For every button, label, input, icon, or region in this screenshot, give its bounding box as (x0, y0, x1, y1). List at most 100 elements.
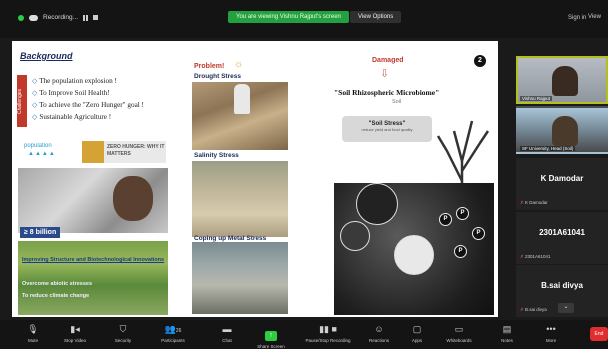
sign-in-link[interactable]: Sign in (568, 15, 586, 21)
cloud-icon (29, 14, 38, 21)
damaged-label: Damaged (372, 57, 404, 64)
metal-stress-photo (192, 242, 288, 314)
participant-tile-name: B.sai divya (541, 281, 583, 290)
down-arrow-icon: ⇩ (380, 68, 390, 80)
sun-icon: ☼ (234, 59, 244, 70)
metal-stress-label: Coping up Metal Stress (194, 235, 267, 242)
recording-dot-icon (18, 14, 24, 21)
participant-tile[interactable]: K Damodar K Damodar (516, 158, 608, 210)
participant-tile-sub: 2301A61041 (520, 254, 551, 260)
zero-hunger-text: ZERO HUNGER: WHY IT MATTERS (107, 144, 165, 157)
record-label: Pause/Stop Recording (305, 338, 351, 343)
participant-avatar (552, 66, 578, 96)
meeting-toolbar: 🎙 Mute ▮◂ Stop Video ⛉ Security 👥26 Part… (0, 320, 608, 349)
share-screen-icon: ↑ (265, 331, 277, 341)
mute-button[interactable]: 🎙 Mute (10, 324, 56, 343)
farm-text-improving: Improving Structure and Biotechnological… (22, 257, 165, 263)
bullet-item: The population explosion ! (32, 75, 144, 87)
participant-count: 26 (175, 328, 182, 334)
background-title: Background (20, 51, 73, 61)
child-photo (18, 168, 168, 233)
share-screen-label: Share Screen (257, 344, 285, 349)
stop-icon[interactable] (93, 15, 99, 20)
drought-label: Drought Stress (194, 73, 241, 80)
notes-icon: ▤ (502, 324, 512, 334)
problem-label: Problem! (194, 63, 225, 70)
participant-tile-sub: K Damodar (520, 200, 548, 206)
shield-icon: ⛉ (119, 324, 127, 334)
chat-label: Chat (222, 338, 232, 343)
whiteboards-label: Whiteboards (446, 338, 472, 343)
challenge-bullets: The population explosion ! To Improve So… (32, 75, 144, 123)
participants-button[interactable]: 👥26 Participants (150, 324, 196, 343)
microbe-circle (394, 235, 434, 275)
microbe-circle (356, 183, 398, 225)
farm-text-climate: To reduce climate change (22, 293, 90, 299)
bullet-item: Sustainable Agriculture ! (32, 111, 144, 123)
farm-text-abiotic: Overcome abiotic stresses (22, 281, 93, 287)
farmer-figure (234, 84, 250, 114)
camera-icon: ▮◂ (70, 324, 80, 334)
participant-tile[interactable]: 2301A61041 2301A61041 (516, 212, 608, 264)
zero-hunger-badge: ZERO HUNGER: WHY IT MATTERS (82, 141, 166, 163)
whiteboard-icon: ▭ (454, 324, 464, 334)
top-bar: Recording... You are viewing Vishnu Rajp… (0, 0, 608, 38)
farm-photo: Improving Structure and Biotechnological… (18, 241, 168, 315)
apps-label: Apps (411, 338, 423, 343)
pause-icon[interactable] (83, 14, 89, 21)
more-button[interactable]: ••• More (528, 324, 574, 343)
view-options-button[interactable]: View Options (350, 11, 402, 23)
stop-video-button[interactable]: ▮◂ Stop Video (52, 324, 98, 343)
salinity-photo (192, 161, 288, 237)
soil-stress-box: "Soil Stress" reduce yield and food qual… (342, 116, 432, 142)
bullet-item: To Improve Soil Health! (32, 87, 144, 99)
chat-icon: ▬ (222, 324, 232, 334)
mic-icon: 🎙 (27, 324, 39, 334)
recording-indicator[interactable]: Recording... (18, 14, 99, 21)
security-label: Security (114, 338, 132, 343)
people-icon: ▲▲▲▲ (28, 151, 56, 157)
participants-icon: 👥26 (164, 324, 182, 334)
view-button[interactable]: View (588, 14, 601, 20)
soil-label: Soil (392, 99, 402, 105)
participant-video-tile[interactable]: Vishnu Rajput (516, 56, 608, 104)
screen-share-banner: You are viewing Vishnu Rajput's screen (228, 11, 349, 23)
participants-label: Participants (161, 338, 185, 343)
microbe-circle (340, 221, 370, 251)
phosphorus-icon: P (472, 227, 485, 240)
more-label: More (545, 338, 557, 343)
phosphorus-icon: P (439, 213, 452, 226)
share-screen-button[interactable]: ↑ Share Screen (248, 324, 294, 349)
participant-panel: Vishnu Rajput SF University, Head (Soil)… (512, 41, 608, 317)
slide-number: 2 (474, 55, 486, 67)
participant-tile-name: 2301A61041 (539, 228, 585, 237)
apps-button[interactable]: ▢ Apps (394, 324, 440, 343)
end-button[interactable]: End (590, 327, 608, 341)
notes-button[interactable]: ▤ Notes (484, 324, 530, 343)
participant-avatar (552, 116, 578, 146)
bullet-item: To achieve the "Zero Hunger" goal ! (32, 99, 144, 111)
record-button[interactable]: ▮▮ ■ Pause/Stop Recording (300, 324, 356, 343)
soil-stress-sub: reduce yield and food quality (361, 127, 413, 132)
participant-video-tile[interactable]: SF University, Head (Soil) (516, 106, 608, 154)
rhizo-title: "Soil Rhizospheric Microbiome" (334, 88, 440, 97)
population-label: population (24, 143, 52, 149)
security-button[interactable]: ⛉ Security (100, 324, 146, 343)
challenges-label: Challenges (17, 75, 27, 127)
shared-slide: Background Challenges The population exp… (12, 41, 498, 317)
participant-name: SF University, Head (Soil) (520, 146, 576, 151)
scroll-down-icon[interactable]: ⌄ (558, 303, 574, 313)
bowl-icon (82, 141, 104, 163)
notes-label: Notes (501, 338, 513, 343)
record-icon: ▮▮ ■ (319, 324, 337, 334)
mute-label: Mute (27, 338, 38, 343)
salinity-label: Salinity Stress (194, 152, 239, 159)
phosphorus-icon: P (454, 245, 467, 258)
chat-button[interactable]: ▬ Chat (204, 324, 250, 343)
apps-icon: ▢ (412, 324, 422, 334)
participant-tile-name: K Damodar (540, 174, 584, 183)
phosphorus-icon: P (456, 207, 469, 220)
soil-microbe-panel: P P P P (334, 183, 494, 315)
whiteboards-button[interactable]: ▭ Whiteboards (436, 324, 482, 343)
stop-video-label: Stop Video (64, 338, 86, 343)
